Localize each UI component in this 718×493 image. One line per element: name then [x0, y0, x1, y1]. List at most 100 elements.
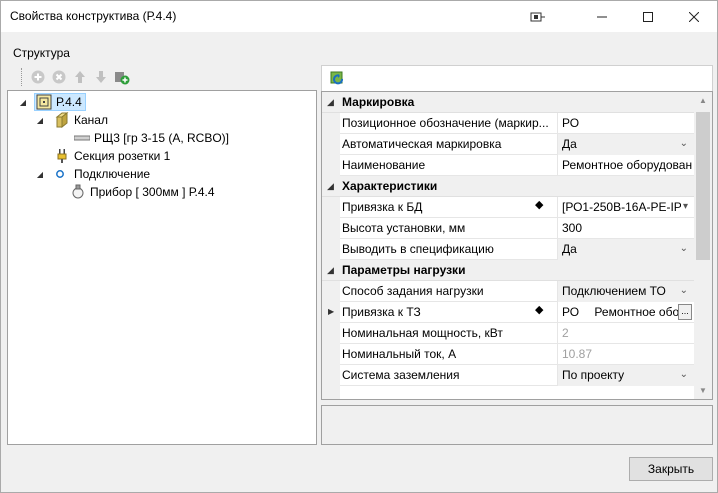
category-label: Характеристики [342, 179, 438, 193]
prop-row-sposob[interactable]: Способ задания нагрузки Подключением ТО … [322, 281, 694, 302]
scroll-up-icon[interactable]: ▲ [694, 92, 712, 109]
minimize-icon [597, 16, 607, 17]
row-gutter [322, 365, 340, 386]
add-button[interactable] [29, 68, 47, 86]
tree-node-root[interactable]: Р.4.4 [34, 93, 86, 111]
prop-value-dropdown[interactable]: [РО1-250В-16А-РЕ-IP ▾ [557, 197, 694, 218]
tree-node-podkl[interactable]: Подключение [54, 165, 150, 183]
expand-arrow-icon[interactable]: ▶ [328, 307, 334, 316]
row-gutter [322, 155, 340, 176]
chevron-down-icon: ⌄ [679, 369, 688, 380]
prop-name: Высота установки, мм [342, 221, 466, 235]
prop-value-dropdown[interactable]: Да ⌄ [557, 239, 694, 260]
close-icon [689, 11, 699, 22]
row-gutter [322, 197, 340, 218]
tree-node-sekcia[interactable]: Секция розетки 1 [54, 147, 170, 165]
tree-node-label: Подключение [74, 167, 151, 181]
prop-row-current[interactable]: Номинальный ток, А 10.87 [322, 344, 694, 365]
connection-circle-icon [54, 166, 70, 182]
prop-name: Автоматическая маркировка [342, 137, 502, 151]
browse-button[interactable]: ... [678, 304, 692, 320]
minimize-button[interactable] [579, 1, 625, 32]
window-title: Свойства конструктива (Р.4.4) [10, 9, 177, 23]
prop-row-partial [322, 386, 694, 399]
prop-value-input[interactable]: 300 [557, 218, 694, 239]
tree-node-rsh[interactable]: РЩ3 [гр 3-15 (А, RCBO)] [74, 129, 229, 147]
category-collapse-icon: ◢ [327, 97, 334, 107]
title-bar: Свойства конструктива (Р.4.4) [1, 1, 717, 32]
tree-node-label: Секция розетки 1 [74, 149, 171, 163]
prop-row-grounding[interactable]: Система заземления По проекту ⌄ [322, 365, 694, 386]
tree-node-kanal[interactable]: Канал [54, 111, 108, 129]
prop-row-tz[interactable]: ▶ Привязка к ТЗ ◆ РО Ремонтное обор ... [322, 302, 694, 323]
arrow-up-icon [75, 71, 85, 83]
property-grid: ◢ Маркировка Позиционное обозначение (ма… [321, 91, 713, 400]
refresh-button[interactable] [329, 70, 347, 88]
close-button[interactable]: Закрыть [629, 457, 713, 481]
prop-row-power[interactable]: Номинальная мощность, кВт 2 [322, 323, 694, 344]
maximize-button[interactable] [625, 1, 671, 32]
prop-name: Выводить в спецификацию [342, 242, 494, 256]
row-gutter: ▶ [322, 302, 340, 323]
tree-node-label: РЩ3 [гр 3-15 (А, RCBO)] [94, 131, 229, 145]
prop-name: Номинальный ток, А [342, 347, 457, 361]
prop-row-spec[interactable]: Выводить в спецификацию Да ⌄ [322, 239, 694, 260]
dialog-window: Свойства конструктива (Р.4.4) Структура [0, 0, 718, 493]
add-device-button[interactable] [113, 68, 131, 86]
pin-icon [530, 12, 545, 21]
prop-row-height[interactable]: Высота установки, мм 300 [322, 218, 694, 239]
channel-icon [54, 112, 70, 128]
prop-name: Позиционное обозначение (маркир... [342, 116, 549, 130]
dropdown-value: [РО1-250В-16А-РЕ-IP [562, 200, 682, 214]
prop-value-readonly: 10.87 [557, 344, 694, 365]
scroll-down-icon[interactable]: ▼ [694, 382, 712, 399]
maximize-icon [643, 11, 653, 22]
collapse-kanal-toggle[interactable]: ◢ [35, 115, 45, 125]
row-gutter [322, 239, 340, 260]
row-gutter [322, 113, 340, 134]
cable-icon [74, 130, 90, 146]
row-gutter [322, 386, 340, 399]
collapse-podkl-toggle[interactable]: ◢ [35, 169, 45, 179]
move-down-button[interactable] [92, 68, 110, 86]
prop-row-naim[interactable]: Наименование Ремонтное оборудован [322, 155, 694, 176]
collapse-root-toggle[interactable]: ◢ [18, 97, 28, 107]
close-window-button[interactable] [671, 1, 717, 32]
category-harakteristiki[interactable]: ◢ Характеристики [322, 176, 694, 197]
tree-node-label: Канал [74, 113, 108, 127]
prop-value-dropdown[interactable]: Подключением ТО ⌄ [557, 281, 694, 302]
dropdown-value: Да [562, 242, 577, 256]
description-panel [321, 405, 713, 445]
prop-value-dropdown[interactable]: Да ⌄ [557, 134, 694, 155]
row-gutter [322, 323, 340, 344]
remove-button[interactable] [50, 68, 68, 86]
row-gutter [322, 218, 340, 239]
tree-node-pribor[interactable]: Прибор [ 300мм ] Р.4.4 [70, 183, 215, 201]
prop-value-input[interactable]: Ремонтное оборудован [557, 155, 694, 176]
prop-row-auto[interactable]: Автоматическая маркировка Да ⌄ [322, 134, 694, 155]
prop-value-link[interactable]: РО Ремонтное обор ... [557, 302, 694, 323]
category-label: Параметры нагрузки [342, 263, 466, 277]
prop-name: Привязка к ТЗ [342, 305, 421, 319]
bulb-device-icon [70, 184, 86, 200]
row-gutter [322, 134, 340, 155]
prop-row-pos[interactable]: Позиционное обозначение (маркир... РО [322, 113, 694, 134]
dropdown-value: Подключением ТО [562, 284, 666, 298]
tz-name: Ремонтное обор [594, 305, 686, 319]
category-markirovka[interactable]: ◢ Маркировка [322, 92, 694, 113]
grid-scrollbar[interactable]: ▲ ▼ [694, 92, 712, 399]
category-label: Маркировка [342, 95, 415, 109]
move-up-button[interactable] [71, 68, 89, 86]
prop-row-bd[interactable]: Привязка к БД ◆ [РО1-250В-16А-РЕ-IP ▾ [322, 197, 694, 218]
tree-node-label: Р.4.4 [56, 95, 82, 109]
remove-icon [52, 70, 66, 84]
chevron-down-icon: ⌄ [679, 285, 688, 296]
toolbar-grip [21, 68, 24, 86]
category-nagruzka[interactable]: ◢ Параметры нагрузки [322, 260, 694, 281]
pin-button[interactable] [515, 1, 561, 32]
prop-name: Способ задания нагрузки [342, 284, 484, 298]
scroll-thumb[interactable] [696, 112, 710, 260]
prop-value-dropdown[interactable]: По проекту ⌄ [557, 365, 694, 386]
prop-value-input[interactable]: РО [557, 113, 694, 134]
category-collapse-icon: ◢ [327, 265, 334, 275]
